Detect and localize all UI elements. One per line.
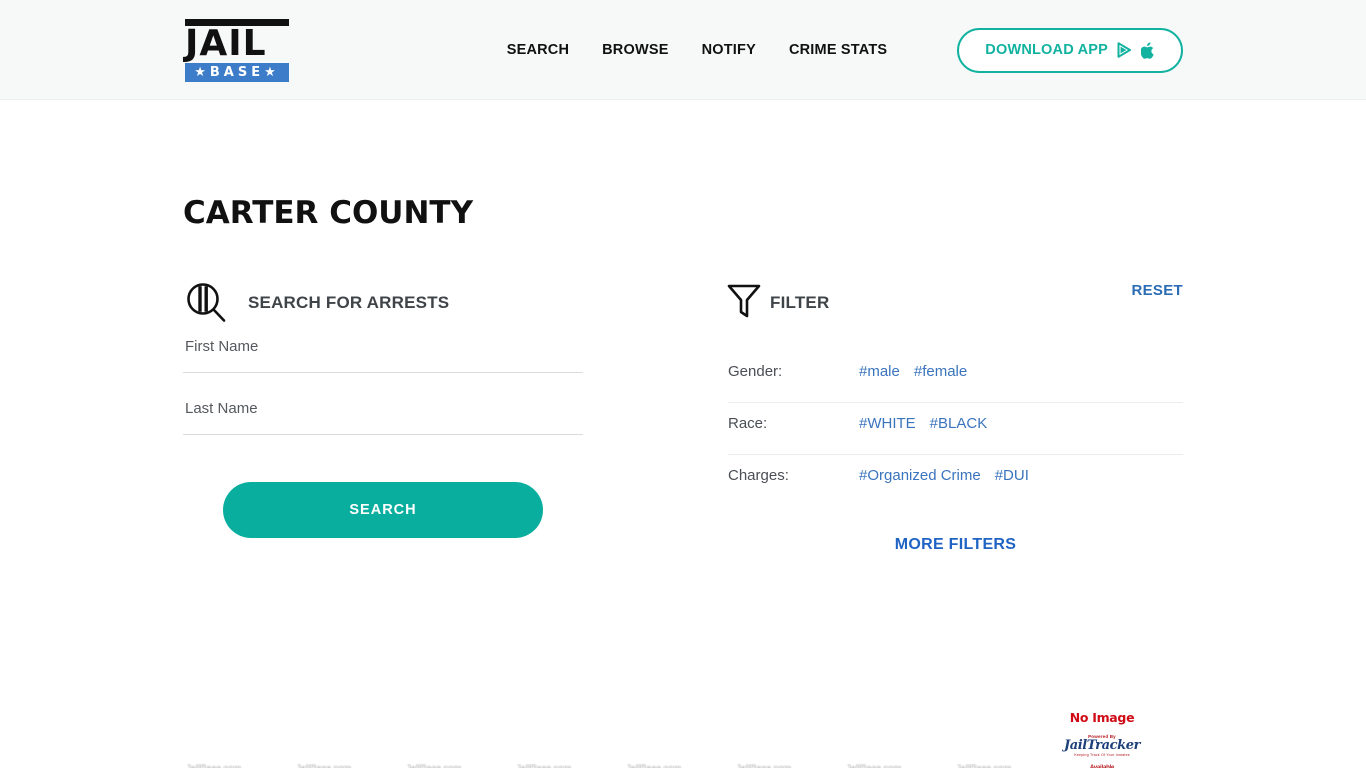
mugshot-thumbnail-7[interactable]: JailBase.com	[843, 698, 921, 768]
filter-tag-black[interactable]: #BLACK	[930, 415, 988, 432]
nav-item-crime-stats[interactable]: CRIME STATS	[789, 42, 887, 58]
watermark-label: JailBase.com	[406, 763, 462, 768]
search-panel-title: SEARCH FOR ARRESTS	[248, 293, 450, 312]
search-panel-header: SEARCH FOR ARRESTS	[183, 279, 583, 327]
filter-tags-charges: #Organized Crime #DUI	[859, 467, 1029, 484]
filter-label-race: Race:	[728, 415, 768, 432]
filter-row-gender: Gender: #male #female	[728, 351, 1183, 403]
last-name-input[interactable]	[183, 400, 583, 423]
content-columns: SEARCH FOR ARRESTS SEARCH FILTER RESET	[183, 279, 1183, 554]
filter-tag-organized-crime[interactable]: #Organized Crime	[859, 467, 981, 484]
search-button[interactable]: SEARCH	[223, 482, 543, 538]
filter-panel-header: FILTER RESET	[727, 279, 1183, 327]
jailtracker-tagline: Keeping Track Of Your Inmates	[1074, 753, 1130, 757]
logo-base-banner: ★BASE★	[185, 62, 289, 82]
mugshot-thumbnail-3[interactable]: JailBase.com	[403, 698, 481, 768]
filter-tag-female[interactable]: #female	[914, 363, 967, 380]
filter-label-gender: Gender:	[728, 363, 783, 380]
download-app-button[interactable]: DOWNLOAD APP	[957, 27, 1183, 73]
no-image-placeholder[interactable]: No Image Powered By JailTracker Keeping …	[1063, 698, 1141, 768]
no-image-label: No Image	[1069, 710, 1135, 725]
filter-rows: Gender: #male #female Race: #WHITE #BLAC…	[728, 351, 1183, 506]
magnifier-icon	[187, 283, 226, 322]
filter-label-charges: Charges:	[728, 467, 789, 484]
filter-tags-race: #WHITE #BLACK	[859, 415, 987, 432]
watermark-label: JailBase.com	[846, 763, 902, 768]
page-container: CARTER COUNTY SEARCH FOR ARRESTS SEARCH	[183, 100, 1183, 768]
header-inner: JAIL ★BASE★ SEARCH BROWSE NOTIFY CRIME S…	[183, 0, 1183, 100]
apple-icon	[1141, 41, 1154, 59]
google-play-icon	[1117, 42, 1131, 58]
more-filters-link[interactable]: MORE FILTERS	[728, 536, 1183, 554]
reset-filters-link[interactable]: RESET	[1131, 282, 1183, 299]
search-panel: SEARCH FOR ARRESTS SEARCH	[183, 279, 583, 554]
filter-tag-dui[interactable]: #DUI	[995, 467, 1029, 484]
filter-panel-title: FILTER	[770, 293, 830, 312]
watermark-label: JailBase.com	[956, 763, 1012, 768]
page-title: CARTER COUNTY	[183, 195, 474, 231]
mugshot-thumbnail-1[interactable]: JailBase.com	[183, 698, 261, 768]
last-name-field[interactable]	[183, 389, 583, 435]
site-header: JAIL ★BASE★ SEARCH BROWSE NOTIFY CRIME S…	[0, 0, 1366, 100]
download-app-label: DOWNLOAD APP	[985, 42, 1108, 58]
site-logo[interactable]: JAIL ★BASE★	[185, 18, 289, 82]
logo-word: JAIL	[185, 22, 267, 64]
watermark-label: JailBase.com	[736, 763, 792, 768]
first-name-input[interactable]	[183, 338, 583, 361]
filter-tags-gender: #male #female	[859, 363, 967, 380]
mugshot-thumbnail-2[interactable]: JailBase.com	[293, 698, 371, 768]
first-name-field[interactable]	[183, 327, 583, 373]
mugshot-thumbnail-5[interactable]: JailBase.com	[623, 698, 701, 768]
filter-tag-white[interactable]: #WHITE	[859, 415, 916, 432]
mugshot-thumbnail-strip: JailBase.com JailBase.com JailBase.com J…	[183, 698, 1183, 768]
mugshot-thumbnail-4[interactable]: JailBase.com	[513, 698, 591, 768]
mugshot-thumbnail-8[interactable]: JailBase.com	[953, 698, 1031, 768]
watermark-label: JailBase.com	[516, 763, 572, 768]
filter-tag-male[interactable]: #male	[859, 363, 900, 380]
watermark-label: JailBase.com	[186, 763, 242, 768]
mugshot-thumbnail-6[interactable]: JailBase.com	[733, 698, 811, 768]
filter-row-race: Race: #WHITE #BLACK	[728, 403, 1183, 455]
jailtracker-brand: JailTracker	[1063, 738, 1141, 753]
funnel-icon	[727, 284, 761, 318]
main-nav: SEARCH BROWSE NOTIFY CRIME STATS DOWNLOA…	[507, 27, 1183, 73]
filter-row-charges: Charges: #Organized Crime #DUI	[728, 455, 1183, 506]
nav-item-search[interactable]: SEARCH	[507, 42, 569, 58]
nav-item-notify[interactable]: NOTIFY	[702, 42, 756, 58]
watermark-label: JailBase.com	[296, 763, 352, 768]
filter-panel: FILTER RESET Gender: #male #female Race:…	[727, 279, 1183, 554]
watermark-label: JailBase.com	[626, 763, 682, 768]
nav-item-browse[interactable]: BROWSE	[602, 42, 668, 58]
